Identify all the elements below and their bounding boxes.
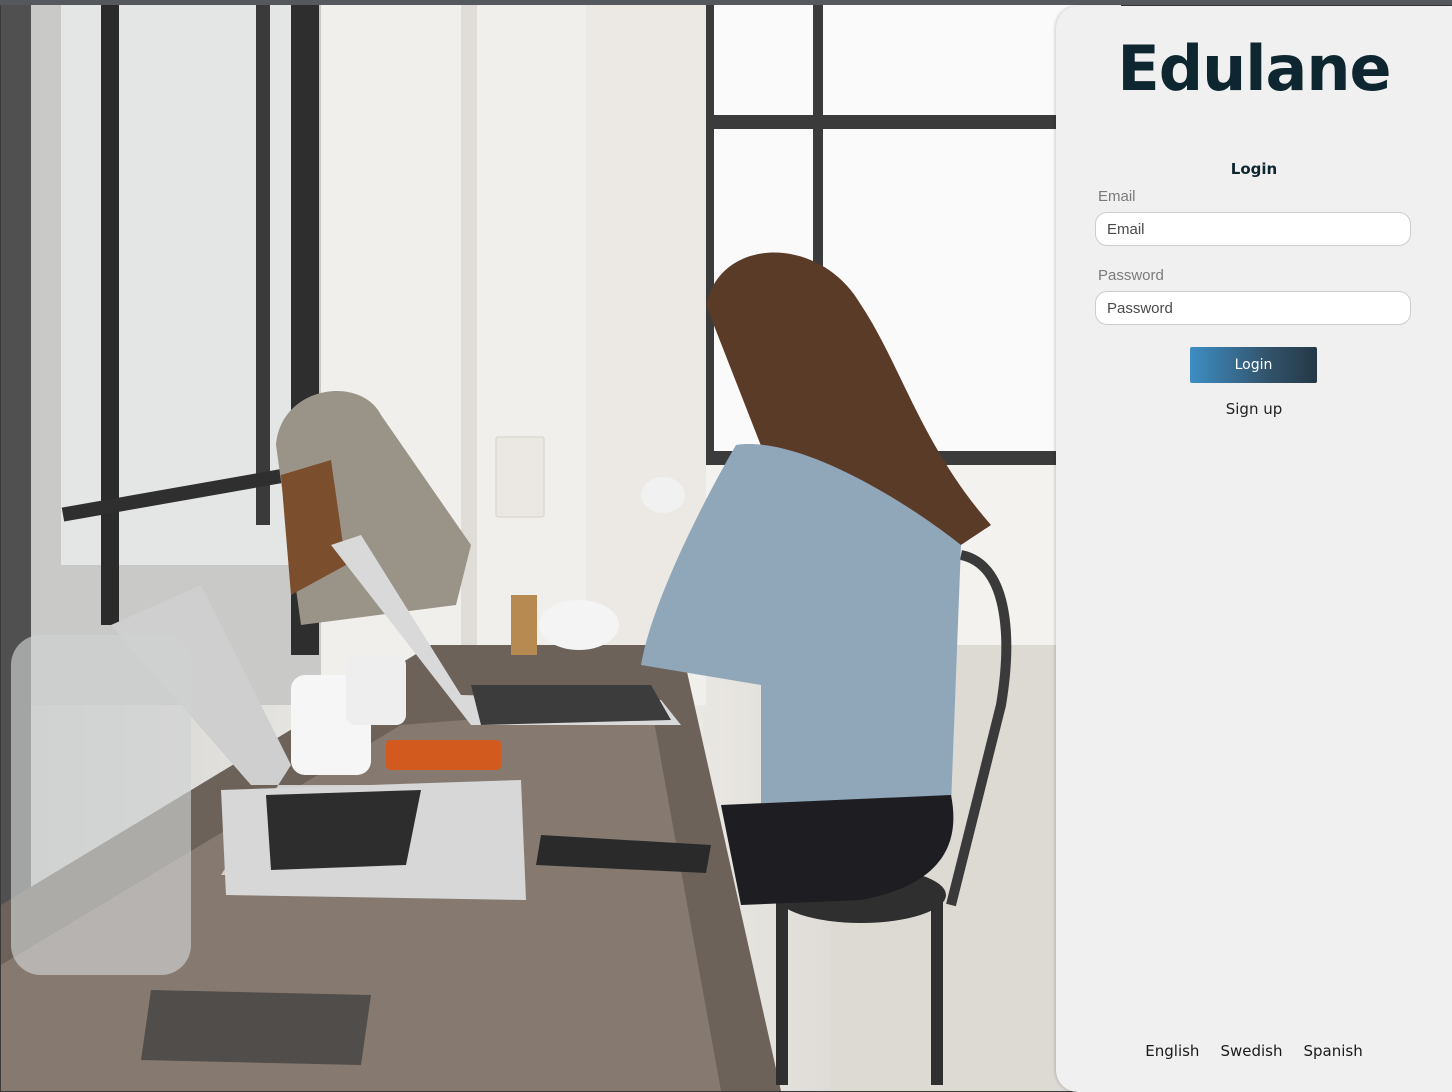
login-heading: Login	[1230, 160, 1278, 178]
email-label: Email	[1098, 188, 1136, 205]
language-spanish[interactable]: Spanish	[1303, 1042, 1362, 1060]
brand-logo-text: Edulane	[1117, 32, 1391, 105]
email-input[interactable]	[1095, 212, 1411, 246]
password-input[interactable]	[1095, 291, 1411, 325]
signup-link[interactable]: Sign up	[1056, 400, 1452, 418]
login-panel: Edulane Login Email Password Login Sign …	[1056, 6, 1452, 1092]
language-selector: English Swedish Spanish	[1056, 1042, 1452, 1060]
language-swedish[interactable]: Swedish	[1220, 1042, 1282, 1060]
language-english[interactable]: English	[1145, 1042, 1199, 1060]
password-label: Password	[1098, 267, 1164, 284]
login-button[interactable]: Login	[1190, 347, 1317, 383]
hero-photo	[1, 5, 1121, 1091]
